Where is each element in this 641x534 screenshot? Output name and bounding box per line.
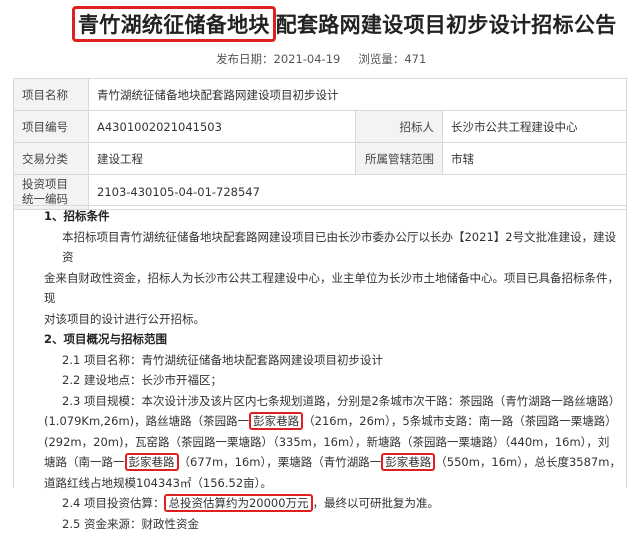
text-segment: （677m，16m），栗塘路（青竹湖路一 xyxy=(179,455,382,469)
section-2-3-line-5: 道路红线占地规模104343㎡（156.52亩）。 xyxy=(14,473,626,494)
tenderer-value: 长沙市公共工程建设中心 xyxy=(443,111,627,143)
views-count: 471 xyxy=(404,52,426,66)
trade-label: 交易分类 xyxy=(14,143,89,175)
invest-code-label-line2: 统一编码 xyxy=(22,192,68,206)
publish-meta: 发布日期：2021-04-19 浏览量：471 xyxy=(216,51,426,67)
publish-date-label: 发布日期： xyxy=(216,52,274,66)
invest-code-label-line1: 投资项目 xyxy=(22,177,68,191)
highlight-box: 彭家巷路 xyxy=(125,453,179,471)
views-label: 浏览量： xyxy=(358,52,404,66)
section-1-title: 1、招标条件 xyxy=(14,206,626,227)
text-segment: ，最终以可研批复为准。 xyxy=(313,496,440,510)
region-value: 市辖 xyxy=(443,143,627,175)
text-segment: （216m，26m），5条城市支路：南一路（茶园路一栗塘路） xyxy=(303,414,617,428)
section-2-1: 2.1 项目名称：青竹湖统征储备地块配套路网建设项目初步设计 xyxy=(14,350,626,371)
section-2-2: 2.2 建设地点：长沙市开福区； xyxy=(14,370,626,391)
project-no-value: A4301002021041503 xyxy=(89,111,356,143)
highlight-box: 彭家巷路 xyxy=(381,453,435,471)
text-segment: 塘路（南一路一 xyxy=(44,455,125,469)
title-rest: 配套路网建设项目初步设计招标公告 xyxy=(276,13,617,37)
text-segment: 2.4 项目投资估算： xyxy=(62,496,164,510)
announcement-body: 1、招标条件 本招标项目青竹湖统征储备地块配套路网建设项目已由长沙市委办公厅以长… xyxy=(13,205,627,488)
info-row-project-no: 项目编号 A4301002021041503 招标人 长沙市公共工程建设中心 xyxy=(14,111,627,143)
section-2-3-line-2: (1.079Km,26m)，路丝塘路（茶园路一彭家巷路（216m，26m），5条… xyxy=(14,411,626,432)
page-title: 青竹湖统征储备地块配套路网建设项目初步设计招标公告 xyxy=(78,6,617,42)
section-2-3-line-4: 塘路（南一路一彭家巷路（677m，16m），栗塘路（青竹湖路一彭家巷路（550m… xyxy=(14,452,626,473)
highlight-box: 彭家巷路 xyxy=(249,412,303,430)
tenderer-label: 招标人 xyxy=(356,111,443,143)
project-name-value: 青竹湖统征储备地块配套路网建设项目初步设计 xyxy=(89,79,627,111)
section-2-3-line-1: 2.3 项目规模：本次设计涉及该片区内七条规划道路，分别是2条城市次干路：茶园路… xyxy=(14,391,626,412)
project-name-label: 项目名称 xyxy=(14,79,89,111)
section-2-5: 2.5 资金来源：财政性资金 xyxy=(14,514,626,534)
section-2-title: 2、项目概况与招标范围 xyxy=(14,329,626,350)
section-1-line-1: 本招标项目青竹湖统征储备地块配套路网建设项目已由长沙市委办公厅以长办【2021】… xyxy=(14,227,626,268)
region-label: 所属管辖范围 xyxy=(356,143,443,175)
info-row-project-name: 项目名称 青竹湖统征储备地块配套路网建设项目初步设计 xyxy=(14,79,627,111)
section-1-line-3: 对该项目的设计进行公开招标。 xyxy=(14,309,626,330)
text-segment: (1.079Km,26m)，路丝塘路（茶园路一 xyxy=(44,414,249,428)
publish-date: 2021-04-19 xyxy=(274,52,341,66)
info-row-trade: 交易分类 建设工程 所属管辖范围 市辖 xyxy=(14,143,627,175)
text-segment: （550m，16m），总长度3587m， xyxy=(435,455,621,469)
highlight-box: 总投资估算约为20000万元 xyxy=(164,494,312,512)
section-2-4: 2.4 项目投资估算：总投资估算约为20000万元，最终以可研批复为准。 xyxy=(14,493,626,514)
title-highlight: 青竹湖统征储备地块 xyxy=(72,6,276,42)
section-1-line-2: 金来自财政性资金，招标人为长沙市公共工程建设中心，业主单位为长沙市土地储备中心。… xyxy=(14,268,626,309)
project-no-label: 项目编号 xyxy=(14,111,89,143)
trade-value: 建设工程 xyxy=(89,143,356,175)
section-2-3-line-3: (292m，20m)，瓦窑路（茶园路一栗塘路）（335m，16m），新塘路（茶园… xyxy=(14,432,626,453)
project-info-table: 项目名称 青竹湖统征储备地块配套路网建设项目初步设计 项目编号 A4301002… xyxy=(13,78,627,210)
